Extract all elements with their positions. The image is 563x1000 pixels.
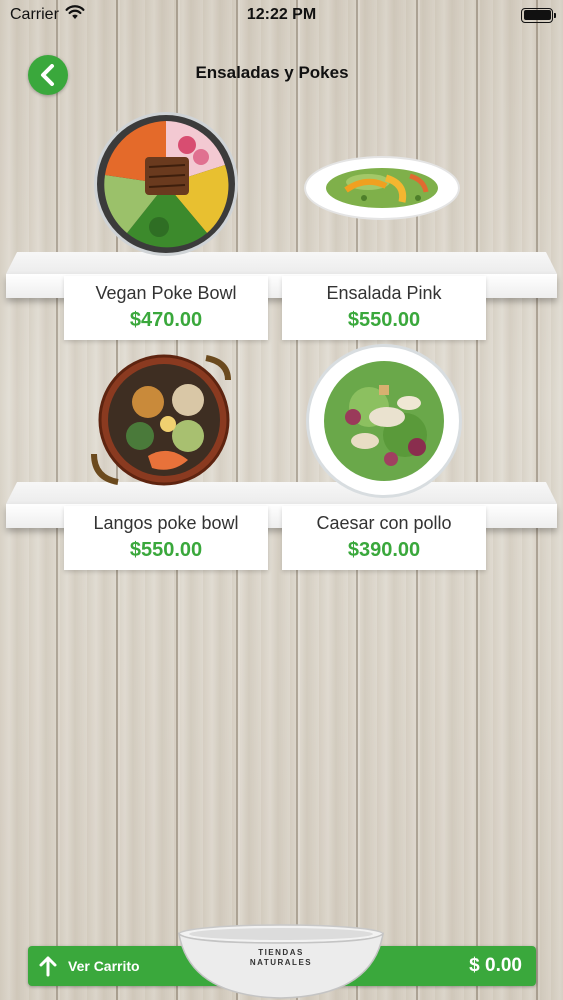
product-label[interactable]: Caesar con pollo $390.00 [282, 506, 486, 570]
view-cart-label: Ver Carrito [68, 958, 140, 974]
battery-level [523, 10, 551, 20]
cart-total: $ 0.00 [469, 955, 522, 976]
product-label[interactable]: Ensalada Pink $550.00 [282, 276, 486, 340]
shrimp-bowl-image[interactable] [88, 344, 240, 494]
product-price: $550.00 [129, 539, 203, 561]
product-label[interactable]: Vegan Poke Bowl $470.00 [64, 276, 268, 340]
cart-bowl-logo[interactable]: TIENDAS NATURALES [176, 924, 386, 1000]
product-name: Langos poke bowl [93, 513, 239, 533]
caesar-salad-image[interactable] [306, 344, 462, 498]
bowl-brand-line1: TIENDAS [258, 948, 304, 957]
product-name: Vegan Poke Bowl [95, 283, 237, 303]
status-bar: Carrier 12:22 PM [0, 0, 563, 30]
wifi-icon [65, 5, 85, 25]
product-label[interactable]: Langos poke bowl $550.00 [64, 506, 268, 570]
status-time: 12:22 PM [246, 6, 317, 23]
product-price: $390.00 [347, 539, 421, 561]
bowl-brand: TIENDAS NATURALES [176, 948, 386, 968]
product-name: Ensalada Pink [326, 283, 442, 303]
carrier-label: Carrier [10, 6, 59, 23]
status-left: Carrier [10, 5, 85, 25]
bowl-brand-line2: NATURALES [249, 958, 313, 967]
product-price: $550.00 [347, 309, 421, 331]
battery-icon [521, 7, 556, 23]
product-price: $470.00 [129, 309, 203, 331]
salad-plate-image[interactable] [304, 156, 460, 220]
product-name: Caesar con pollo [316, 513, 452, 533]
arrow-up-icon [39, 956, 57, 977]
poke-bowl-image[interactable] [94, 112, 238, 256]
page-title: Ensaladas y Pokes [195, 63, 349, 82]
